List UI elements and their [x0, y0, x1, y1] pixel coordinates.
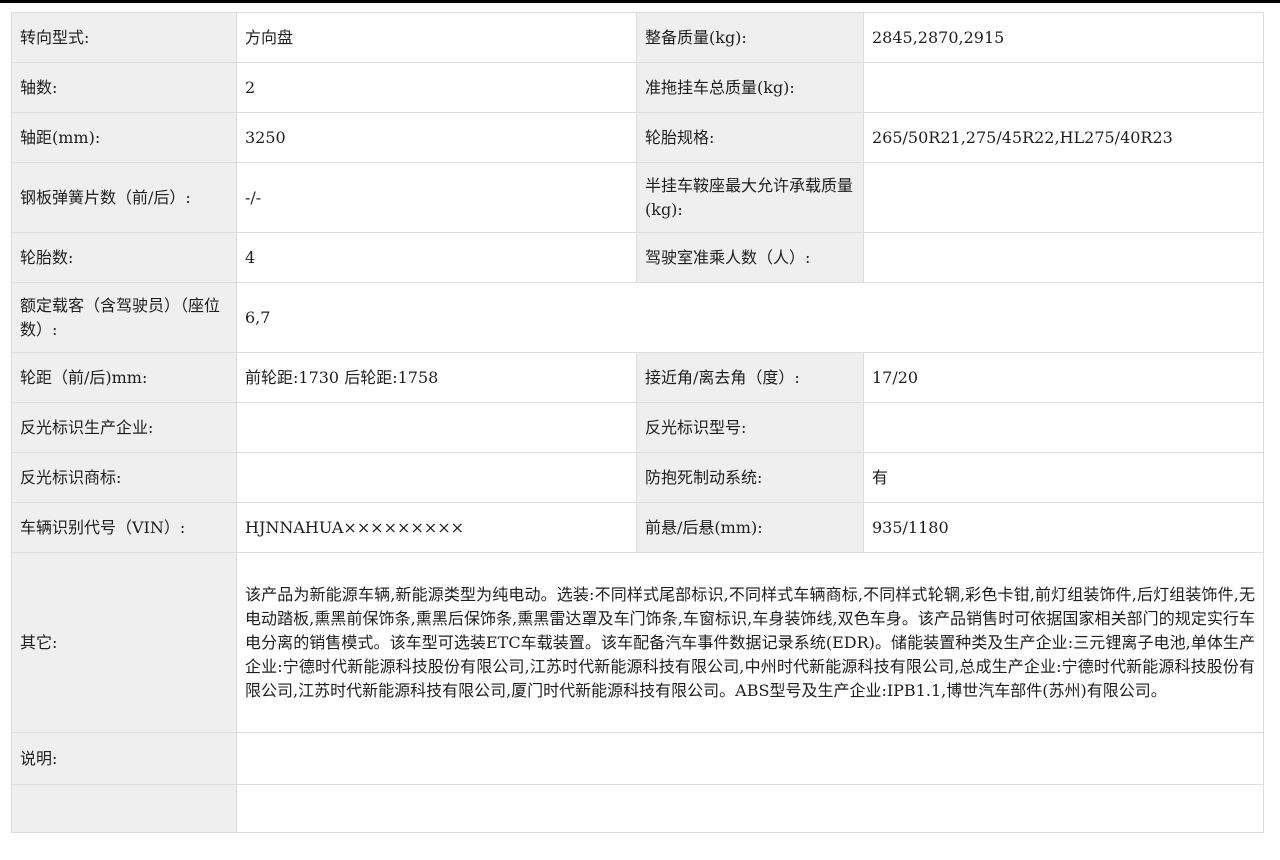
- track-width-value: 前轮距:1730 后轮距:1758: [236, 352, 637, 403]
- vehicle-spec-table: 转向型式: 方向盘 整备质量(kg): 2845,2870,2915 轴数: 2…: [11, 12, 1264, 833]
- last-row-value: [236, 784, 1264, 833]
- table-row: 额定载客（含驾驶员）（座位数）: 6,7: [11, 282, 1264, 353]
- saddle-load-label: 半挂车鞍座最大允许承载质量(kg):: [636, 162, 864, 233]
- axle-count-label: 轴数:: [11, 62, 237, 113]
- reflector-model-label: 反光标识型号:: [636, 402, 864, 453]
- table-row: 钢板弹簧片数（前/后）: -/- 半挂车鞍座最大允许承载质量(kg):: [11, 162, 1264, 233]
- tire-count-label: 轮胎数:: [11, 232, 237, 283]
- abs-label: 防抱死制动系统:: [636, 452, 864, 503]
- overhang-value: 935/1180: [863, 502, 1264, 553]
- track-width-label: 轮距（前/后)mm:: [11, 352, 237, 403]
- table-row: [11, 784, 1264, 833]
- table-row: 转向型式: 方向盘 整备质量(kg): 2845,2870,2915: [11, 12, 1264, 63]
- approach-departure-label: 接近角/离去角（度）:: [636, 352, 864, 403]
- top-border: [0, 0, 1280, 3]
- trailer-mass-label: 准拖挂车总质量(kg):: [636, 62, 864, 113]
- leaf-spring-label: 钢板弹簧片数（前/后）:: [11, 162, 237, 233]
- rated-passengers-value: 6,7: [236, 282, 1264, 353]
- vin-value: HJNNAHUA×××××××××: [236, 502, 637, 553]
- leaf-spring-value: -/-: [236, 162, 637, 233]
- tire-spec-value: 265/50R21,275/45R22,HL275/40R23: [863, 112, 1264, 163]
- curb-weight-label: 整备质量(kg):: [636, 12, 864, 63]
- saddle-load-value: [863, 162, 1264, 233]
- table-row: 其它: 该产品为新能源车辆,新能源类型为纯电动。选装:不同样式尾部标识,不同样式…: [11, 552, 1264, 733]
- tire-spec-label: 轮胎规格:: [636, 112, 864, 163]
- other-value: 该产品为新能源车辆,新能源类型为纯电动。选装:不同样式尾部标识,不同样式车辆商标…: [236, 552, 1264, 733]
- last-row-label: [11, 784, 237, 833]
- reflector-brand-value: [236, 452, 637, 503]
- abs-value: 有: [863, 452, 1264, 503]
- table-row: 说明:: [11, 732, 1264, 785]
- table-row: 轴距(mm): 3250 轮胎规格: 265/50R21,275/45R22,H…: [11, 112, 1264, 163]
- approach-departure-value: 17/20: [863, 352, 1264, 403]
- overhang-label: 前悬/后悬(mm):: [636, 502, 864, 553]
- reflector-brand-label: 反光标识商标:: [11, 452, 237, 503]
- rated-passengers-label: 额定载客（含驾驶员）（座位数）:: [11, 282, 237, 353]
- steering-type-value: 方向盘: [236, 12, 637, 63]
- cab-occupants-label: 驾驶室准乘人数（人）:: [636, 232, 864, 283]
- note-label: 说明:: [11, 732, 237, 785]
- table-row: 反光标识生产企业: 反光标识型号:: [11, 402, 1264, 453]
- reflector-model-value: [863, 402, 1264, 453]
- tire-count-value: 4: [236, 232, 637, 283]
- wheelbase-label: 轴距(mm):: [11, 112, 237, 163]
- table-row: 轴数: 2 准拖挂车总质量(kg):: [11, 62, 1264, 113]
- trailer-mass-value: [863, 62, 1264, 113]
- table-row: 反光标识商标: 防抱死制动系统: 有: [11, 452, 1264, 503]
- table-row: 轮距（前/后)mm: 前轮距:1730 后轮距:1758 接近角/离去角（度）:…: [11, 352, 1264, 403]
- reflector-maker-label: 反光标识生产企业:: [11, 402, 237, 453]
- curb-weight-value: 2845,2870,2915: [863, 12, 1264, 63]
- reflector-maker-value: [236, 402, 637, 453]
- table-row: 轮胎数: 4 驾驶室准乘人数（人）:: [11, 232, 1264, 283]
- vin-label: 车辆识别代号（VIN）:: [11, 502, 237, 553]
- steering-type-label: 转向型式:: [11, 12, 237, 63]
- wheelbase-value: 3250: [236, 112, 637, 163]
- other-label: 其它:: [11, 552, 237, 733]
- cab-occupants-value: [863, 232, 1264, 283]
- axle-count-value: 2: [236, 62, 637, 113]
- note-value: [236, 732, 1264, 785]
- table-row: 车辆识别代号（VIN）: HJNNAHUA××××××××× 前悬/后悬(mm)…: [11, 502, 1264, 553]
